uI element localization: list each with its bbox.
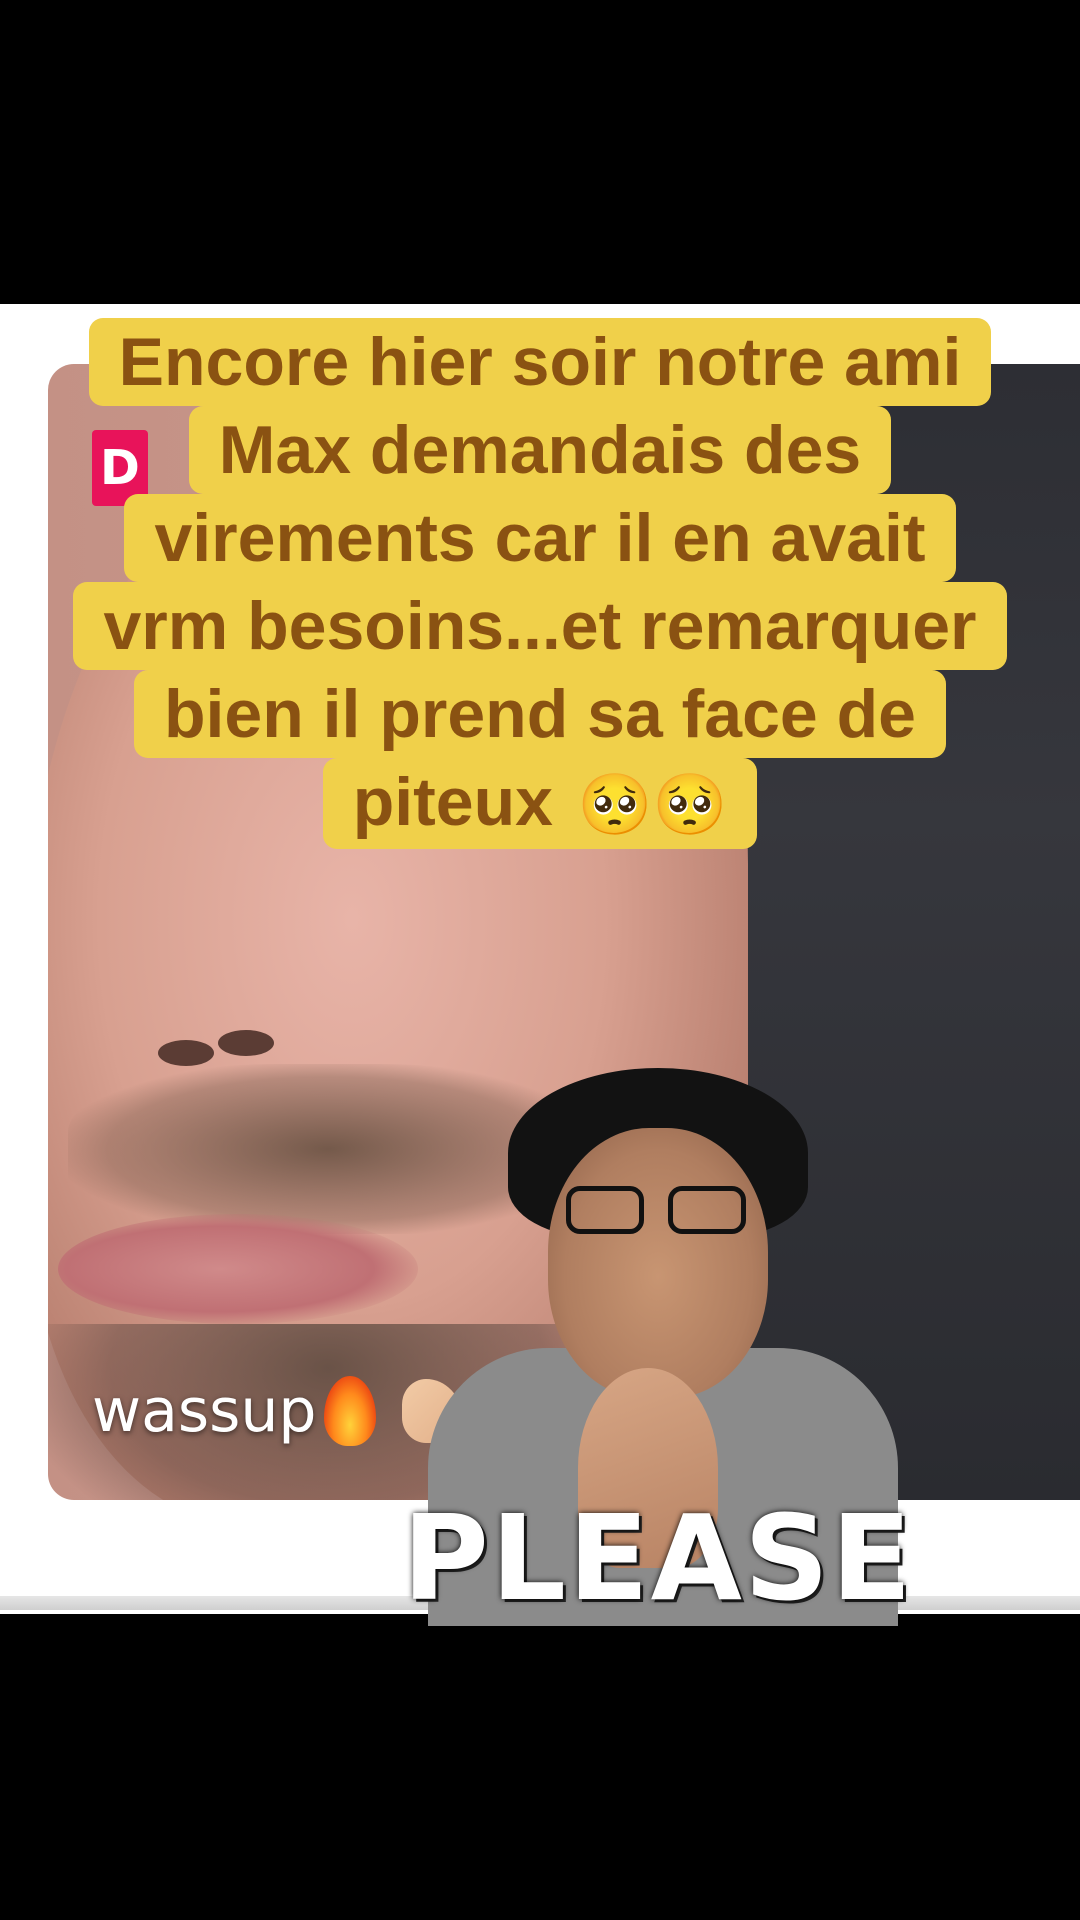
caption-line: Max demandais des bbox=[188, 406, 892, 494]
nostril bbox=[218, 1030, 274, 1056]
pleading-face-emoji: 🥺🥺 bbox=[577, 771, 728, 838]
lips bbox=[58, 1214, 418, 1324]
caption-overlay: Encore hier soir notre ami Max demandais… bbox=[0, 318, 1080, 849]
nostril bbox=[158, 1040, 214, 1066]
please-sticker: PLEASE bbox=[388, 1068, 928, 1626]
flame-icon bbox=[324, 1376, 377, 1446]
caption-last-line: piteux 🥺🥺 bbox=[322, 758, 758, 849]
wassup-label: wassup bbox=[92, 1376, 317, 1446]
sticker-face bbox=[548, 1128, 768, 1398]
caption-line: Encore hier soir notre ami bbox=[88, 318, 992, 406]
caption-line: bien il prend sa face de bbox=[133, 670, 947, 758]
glasses-icon bbox=[566, 1186, 756, 1236]
sticker-please-text: PLEASE bbox=[402, 1489, 914, 1626]
caption-line: virements car il en avait bbox=[124, 494, 956, 582]
caption-line: vrm besoins...et remarquer bbox=[73, 582, 1007, 670]
caption-line: piteux bbox=[352, 764, 553, 840]
